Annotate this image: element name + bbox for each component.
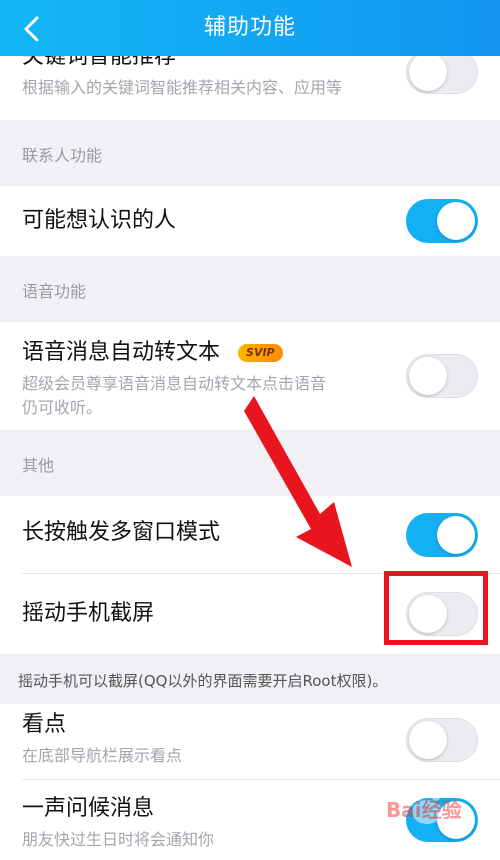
red-arrow-icon <box>244 396 352 567</box>
watermark: Bai经验 <box>380 782 488 838</box>
watermark-text: Bai经验 <box>386 798 462 822</box>
